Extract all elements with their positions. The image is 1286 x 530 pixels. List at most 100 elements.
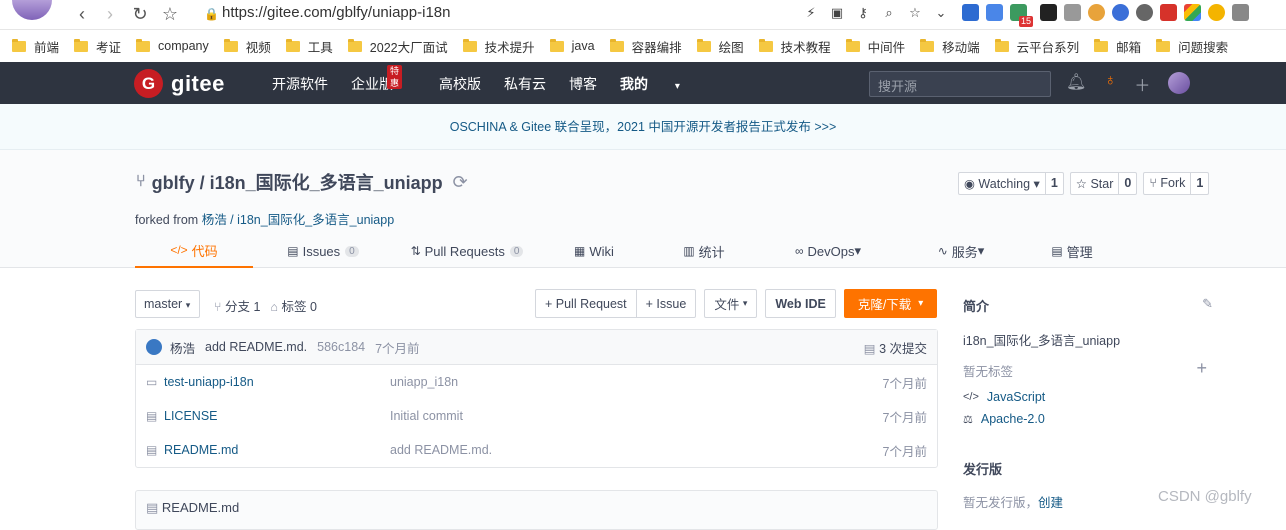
bookmark-folder[interactable]: 技术教程 (758, 37, 831, 56)
file-menu-button[interactable]: 文件 ▾ (704, 289, 758, 318)
branches-link[interactable]: ⑂ 分支 1 (214, 296, 260, 315)
zoom-icon[interactable]: ⌕ (880, 4, 898, 22)
bookmark-folder[interactable]: 中间件 (845, 37, 905, 56)
bookmark-folder[interactable]: 云平台系列 (994, 37, 1079, 56)
bookmark-folder[interactable]: company (136, 38, 209, 53)
nav-enterprise[interactable]: 企业版 特惠 (351, 65, 416, 94)
tab-devops[interactable]: ∞ DevOps ▾ (761, 234, 895, 268)
branch-select[interactable]: master ▾ (135, 290, 200, 318)
folder-icon (549, 38, 564, 52)
commits-count-link[interactable]: ▤ 3 次提交 (864, 338, 927, 357)
lightbulb-icon[interactable]: ♁ (1104, 72, 1116, 96)
extension-icon[interactable]: 15 (1010, 4, 1033, 27)
bookmark-folder[interactable]: 前端 (12, 37, 59, 56)
forward-icon[interactable]: › (98, 2, 122, 26)
file-commit-message[interactable]: uniapp_i18n (390, 375, 458, 389)
favorite-icon[interactable]: ☆ (906, 4, 924, 22)
bookmark-folder[interactable]: 绘图 (696, 37, 744, 56)
site-search-input[interactable]: 搜开源 (869, 71, 1051, 97)
translate-icon[interactable] (986, 4, 1003, 21)
star-button[interactable]: ☆ Star 0 (1069, 172, 1138, 195)
tab-issues[interactable]: ▤ Issues 0 (253, 234, 393, 268)
extension-icon[interactable] (1064, 4, 1081, 21)
bookmark-folder[interactable]: 视频 (223, 37, 271, 56)
bookmark-folder[interactable]: java (549, 38, 595, 53)
user-avatar[interactable] (1168, 72, 1191, 94)
file-row[interactable]: ▤ LICENSE Initial commit 7个月前 (136, 399, 937, 433)
author-avatar[interactable] (146, 339, 162, 355)
forked-source-link[interactable]: 杨浩 / i18n_国际化_多语言_uniapp (202, 213, 394, 227)
nav-blog[interactable]: 博客 (569, 74, 597, 94)
new-issue-button[interactable]: + Issue (635, 290, 696, 317)
folder-icon (1156, 38, 1171, 52)
bookmark-folder[interactable]: 容器编排 (609, 37, 682, 56)
extension-icon[interactable] (1184, 4, 1201, 21)
nav-private-cloud[interactable]: 私有云 (504, 74, 546, 94)
bookmark-folder[interactable]: 邮箱 (1094, 37, 1141, 56)
add-tag-icon[interactable]: + (1196, 358, 1207, 379)
commit-sha[interactable]: 586c184 (317, 340, 365, 354)
extension-icon[interactable] (962, 4, 979, 21)
tab-wiki[interactable]: ▦ Wiki (541, 234, 647, 268)
bookmark-folder[interactable]: 工具 (285, 37, 333, 56)
extension-icon[interactable] (1208, 4, 1225, 21)
extension-icon[interactable] (1040, 4, 1057, 21)
extension-icon[interactable] (1232, 4, 1249, 21)
extension-icon[interactable] (1088, 4, 1105, 21)
file-name[interactable]: test-uniapp-i18n (164, 375, 390, 389)
project-name-link[interactable]: gblfy / i18n_国际化_多语言_uniapp (152, 169, 443, 195)
gitee-logo[interactable]: G gitee (134, 69, 225, 98)
tab-services[interactable]: ∿ 服务 ▾ (895, 234, 1027, 268)
nav-education[interactable]: 高校版 (439, 74, 481, 94)
bookmark-folder[interactable]: 2022大厂面试 (347, 37, 448, 56)
bookmark-folder[interactable]: 技术提升 (462, 37, 535, 56)
bookmark-folder[interactable]: 问题搜索 (1156, 37, 1228, 56)
create-release-link[interactable]: 创建 (1038, 496, 1063, 510)
announcement-banner[interactable]: OSCHINA & Gitee 联合呈现，2021 中国开源开发者报告正式发布 … (0, 104, 1286, 150)
commit-author[interactable]: 杨浩 (170, 338, 195, 357)
dropdown-icon[interactable]: ⌄ (932, 4, 950, 22)
new-pull-request-button[interactable]: + Pull Request (536, 290, 636, 317)
nav-mine[interactable]: 我的 ▾ (620, 74, 703, 94)
sync-icon[interactable]: ⟳ (453, 172, 468, 193)
extension-icon[interactable] (1136, 4, 1153, 21)
reload-icon[interactable]: ↻ (128, 2, 152, 26)
extension-icon[interactable] (1160, 4, 1177, 21)
language-link[interactable]: </> JavaScript (963, 390, 1213, 404)
no-release-text: 暂无发行版， (963, 496, 1039, 510)
folder-icon (223, 38, 238, 52)
tab-stats[interactable]: ▥ 统计 (647, 234, 761, 268)
file-commit-message[interactable]: add README.md. (390, 443, 492, 457)
nav-open-source[interactable]: 开源软件 (272, 74, 328, 94)
qr-icon[interactable]: ▣ (828, 4, 846, 22)
caret-down-icon: ▾ (674, 81, 680, 92)
folder-icon (696, 38, 711, 52)
extension-icon[interactable] (1112, 4, 1129, 21)
flash-icon[interactable]: ⚡ (802, 4, 820, 22)
plus-icon[interactable]: ＋ (1134, 72, 1150, 96)
tab-pull-requests[interactable]: ⇅ Pull Requests 0 (393, 234, 541, 268)
edit-icon[interactable]: ✎ (1202, 296, 1213, 312)
web-ide-button[interactable]: Web IDE (765, 289, 836, 318)
back-icon[interactable]: ‹ (70, 2, 94, 26)
profile-avatar[interactable] (12, 0, 52, 20)
fork-button[interactable]: ⑂ Fork 1 (1143, 172, 1210, 195)
file-name[interactable]: LICENSE (164, 409, 390, 423)
tab-manage[interactable]: ▤ 管理 (1027, 234, 1117, 268)
license-link[interactable]: ⚖ Apache-2.0 (963, 412, 1213, 426)
watching-button[interactable]: ◉ Watching ▾ 1 (958, 172, 1064, 195)
file-name[interactable]: README.md (164, 443, 390, 457)
tags-link[interactable]: ⌂ 标签 0 (270, 296, 316, 315)
file-commit-message[interactable]: Initial commit (390, 409, 463, 423)
file-row[interactable]: ▤ README.md add README.md. 7个月前 (136, 433, 937, 467)
bookmark-star-icon[interactable]: ☆ (158, 2, 182, 26)
bookmark-folder[interactable]: 移动端 (920, 37, 980, 56)
file-row[interactable]: ▭ test-uniapp-i18n uniapp_i18n 7个月前 (136, 365, 937, 399)
tab-code[interactable]: </> 代码 (135, 234, 253, 268)
bookmark-folder[interactable]: 考证 (74, 37, 121, 56)
key-icon[interactable]: ⚷ (854, 4, 872, 22)
url-field[interactable]: https://gitee.com/gblfy/uniapp-i18n (222, 4, 450, 21)
bell-icon[interactable]: 🔔︎ (1066, 72, 1086, 96)
commit-message[interactable]: add README.md. (205, 340, 307, 354)
clone-download-button[interactable]: 克隆/下载 ▾ (843, 289, 938, 318)
